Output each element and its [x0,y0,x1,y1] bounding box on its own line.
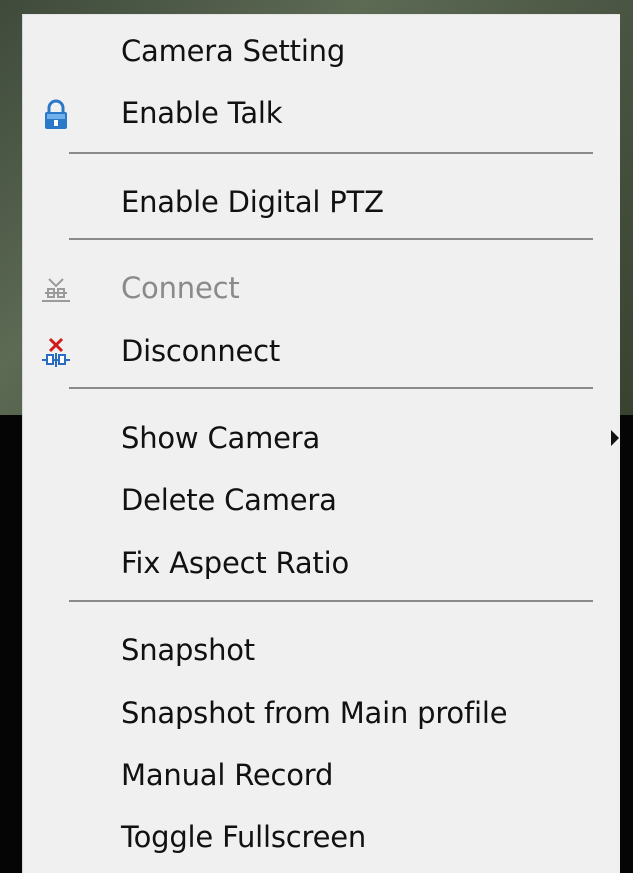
menu-item-label: Snapshot [121,633,255,667]
menu-separator [69,600,593,602]
context-menu: Camera Setting Enable Talk Enable Digita… [22,14,620,873]
lock-icon [39,98,73,129]
menu-item-fix-aspect-ratio[interactable]: Fix Aspect Ratio [23,533,621,593]
menu-item-label: Show Camera [121,421,321,455]
menu-item-label: Camera Setting [121,34,346,68]
menu-item-toggle-fullscreen[interactable]: Toggle Fullscreen [23,807,621,867]
menu-item-enable-digital-ptz[interactable]: Enable Digital PTZ [23,172,621,232]
menu-item-disconnect[interactable]: Disconnect [23,321,621,381]
menu-item-label: Snapshot from Main profile [121,696,508,730]
menu-item-snapshot[interactable]: Snapshot [23,620,621,680]
menu-separator [69,238,593,240]
menu-item-show-camera[interactable]: Show Camera [23,408,621,468]
menu-separator [69,152,593,154]
menu-item-label: Manual Record [121,758,334,792]
submenu-arrow-icon [611,430,619,446]
menu-separator [69,387,593,389]
menu-item-label: Toggle Fullscreen [121,820,367,854]
menu-item-label: Delete Camera [121,483,337,517]
menu-item-delete-camera[interactable]: Delete Camera [23,470,621,530]
menu-item-label: Fix Aspect Ratio [121,546,349,580]
menu-item-connect[interactable]: Connect [23,258,621,318]
connect-icon [39,273,73,303]
menu-item-snapshot-main-profile[interactable]: Snapshot from Main profile [23,683,621,743]
menu-item-label: Enable Talk [121,96,283,130]
menu-item-enable-talk[interactable]: Enable Talk [23,83,621,143]
menu-item-manual-record[interactable]: Manual Record [23,745,621,805]
menu-item-camera-setting[interactable]: Camera Setting [23,21,621,81]
menu-item-label: Connect [121,271,240,305]
menu-item-label: Disconnect [121,334,281,368]
disconnect-icon [39,336,73,367]
menu-item-label: Enable Digital PTZ [121,185,384,219]
